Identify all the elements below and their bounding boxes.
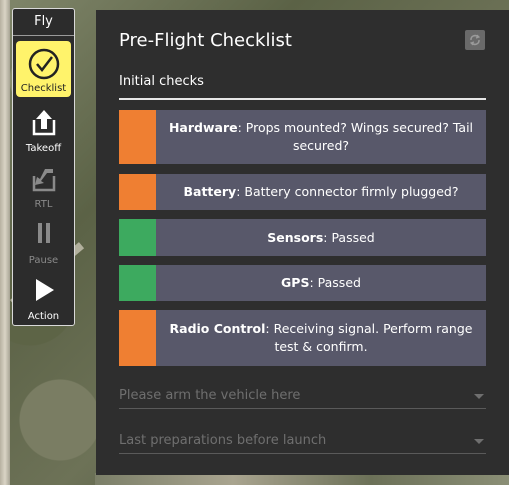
check-item-message: : Receiving signal. Perform range test &… (265, 321, 473, 354)
check-item-message: : Passed (323, 229, 375, 245)
check-item-name: Battery (183, 184, 237, 199)
check-item-message: : Battery connector firmly plugged? (236, 184, 459, 199)
pause-button[interactable]: Pause (16, 213, 71, 269)
check-item-name: Radio Control (169, 321, 266, 336)
check-item-name: GPS (281, 275, 310, 290)
check-item-message: : Passed (309, 275, 361, 290)
action-icon (35, 279, 54, 301)
fly-toolbar: Fly Checklist Takeoff RTL Pause Action (12, 8, 75, 326)
rtl-button[interactable]: RTL (16, 157, 71, 213)
chevron-down-icon (474, 439, 484, 444)
check-item-radio-control[interactable]: Radio Control: Receiving signal. Perform… (119, 310, 486, 366)
check-item-battery[interactable]: Battery: Battery connector firmly plugge… (119, 174, 486, 210)
check-item-text: Sensors: Passed (156, 219, 486, 256)
map-road (0, 0, 10, 485)
check-item-gps[interactable]: GPS: Passed (119, 265, 486, 301)
status-indicator (119, 219, 156, 256)
check-item-sensors[interactable]: Sensors: Passed (119, 219, 486, 256)
reset-button[interactable] (465, 30, 485, 50)
rtl-icon (32, 169, 55, 192)
status-indicator (119, 310, 156, 366)
section-divider (119, 98, 486, 100)
check-item-name: Sensors (267, 229, 324, 245)
checklist-button[interactable]: Checklist (16, 41, 71, 97)
chevron-down-icon (474, 394, 484, 399)
section-label: Initial checks (119, 74, 204, 89)
last-preparations-dropdown[interactable]: Last preparations before launch (119, 430, 486, 454)
status-indicator (119, 265, 156, 301)
panel-title: Pre-Flight Checklist (119, 30, 292, 51)
takeoff-label: Takeoff (25, 143, 62, 154)
pause-label: Pause (28, 255, 59, 266)
check-item-text: GPS: Passed (156, 265, 486, 301)
check-item-hardware[interactable]: Hardware: Props mounted? Wings secured? … (119, 110, 486, 164)
check-item-text: Battery: Battery connector firmly plugge… (156, 174, 486, 210)
reset-icon (469, 34, 481, 46)
action-button[interactable]: Action (16, 269, 71, 325)
checklist-label: Checklist (20, 83, 67, 94)
takeoff-button[interactable]: Takeoff (16, 101, 71, 157)
check-item-name: Hardware (168, 120, 238, 135)
checklist-panel: Pre-Flight Checklist Initial checks Hard… (96, 10, 509, 475)
checklist-icon (28, 48, 59, 80)
dropdown-label: Please arm the vehicle here (119, 388, 301, 403)
rtl-label: RTL (34, 199, 53, 210)
status-indicator (119, 110, 156, 164)
takeoff-icon (32, 110, 55, 136)
pause-icon (37, 223, 50, 243)
toolbar-title: Fly (13, 9, 74, 36)
status-indicator (119, 174, 156, 210)
action-label: Action (27, 311, 60, 322)
check-item-text: Radio Control: Receiving signal. Perform… (156, 310, 486, 366)
check-item-message: : Props mounted? Wings secured? Tail sec… (237, 120, 474, 153)
check-item-text: Hardware: Props mounted? Wings secured? … (156, 110, 486, 164)
arm-vehicle-dropdown[interactable]: Please arm the vehicle here (119, 385, 486, 409)
dropdown-label: Last preparations before launch (119, 433, 327, 448)
